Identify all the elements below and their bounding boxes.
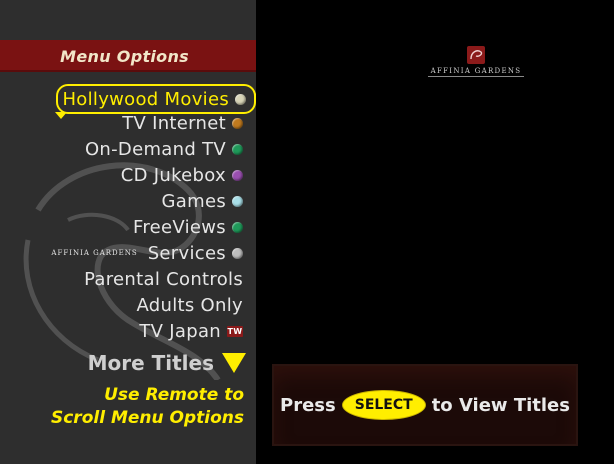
more-titles-button[interactable]: More Titles [88, 351, 246, 375]
menu-item-label: TV Japan [139, 320, 221, 342]
menu-item-tv-internet[interactable]: TV Internet [122, 111, 243, 135]
scroll-hint-line-1: Use Remote to [104, 385, 244, 405]
select-button-icon: SELECT [341, 390, 426, 420]
services-brand-label: AFFINIA GARDENS [51, 249, 138, 257]
select-banner: Press SELECT to View Titles [272, 364, 578, 446]
selection-arrow-down-icon [55, 112, 68, 119]
down-arrow-icon [222, 353, 246, 373]
menu-item-label: Adults Only [136, 294, 243, 316]
menu-item-label: Services [147, 242, 226, 264]
bullet-icon [232, 169, 243, 181]
menu-item-cd-jukebox[interactable]: CD Jukebox [121, 163, 243, 187]
banner-tail-text: to View Titles [431, 394, 570, 416]
menu-item-parental-controls[interactable]: Parental Controls [84, 267, 243, 291]
selection-arrow-right-icon [254, 92, 256, 104]
scroll-hint: Use Remote to Scroll Menu Options [51, 384, 244, 430]
menu-item-on-demand-tv[interactable]: On-Demand TV [85, 137, 243, 161]
menu-item-label: Games [161, 190, 226, 212]
bullet-icon [232, 143, 243, 155]
menu-header: Menu Options [0, 40, 256, 72]
bullet-icon [235, 93, 246, 105]
menu-item-tv-japan[interactable]: TV Japan TW [139, 319, 243, 343]
menu-item-freeviews[interactable]: FreeViews [133, 215, 243, 239]
bullet-icon [232, 221, 243, 233]
menu-item-games[interactable]: Games [162, 189, 243, 213]
brand-logo: AFFINIA GARDENS [418, 46, 534, 82]
menu-item-label: CD Jukebox [120, 164, 226, 186]
tv-japan-badge-icon: TW [227, 325, 243, 337]
menu-item-label: Hollywood Movies [62, 88, 229, 110]
bullet-icon [232, 195, 243, 207]
menu-item-label: FreeViews [133, 216, 226, 238]
brand-name: AFFINIA GARDENS [430, 67, 522, 75]
scroll-hint-line-2: Scroll Menu Options [50, 408, 244, 428]
banner-press-text: Press [280, 394, 336, 416]
brand-emblem-icon [467, 46, 485, 64]
menu-item-label: On-Demand TV [84, 138, 226, 160]
menu-title: Menu Options [60, 47, 189, 66]
menu-item-label: TV Internet [122, 112, 226, 134]
brand-underline [428, 76, 524, 77]
menu-item-label: Parental Controls [84, 268, 243, 290]
bullet-icon [232, 247, 243, 259]
bullet-icon [232, 117, 243, 129]
menu-item-services[interactable]: AFFINIA GARDENS Services [51, 241, 243, 265]
more-titles-label: More Titles [87, 351, 214, 375]
menu-item-adults-only[interactable]: Adults Only [136, 293, 243, 317]
menu-panel: Menu Options Hollywood Movies TV Interne… [0, 0, 256, 464]
menu-item-hollywood-movies[interactable]: Hollywood Movies [55, 84, 256, 119]
